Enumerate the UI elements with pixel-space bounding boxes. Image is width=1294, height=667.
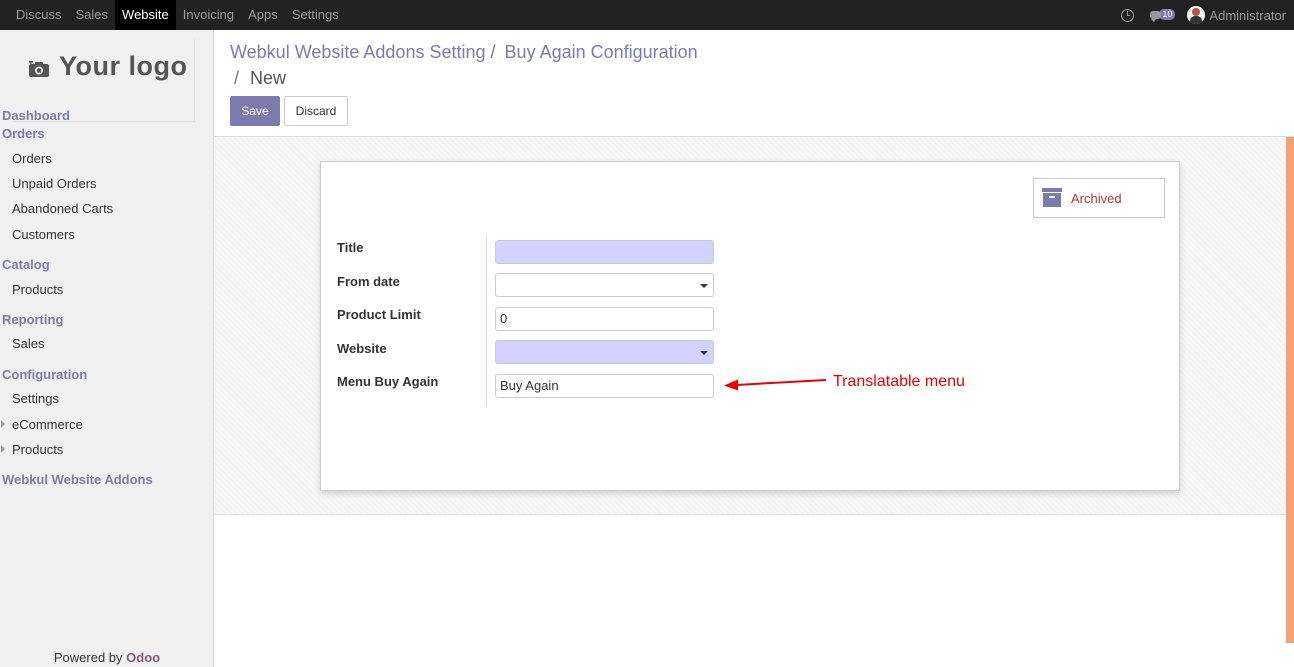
product-limit-label: Product Limit (337, 307, 421, 322)
sidebar-head-reporting[interactable]: Reporting (2, 312, 63, 327)
title-input[interactable] (495, 240, 714, 264)
form-sheet: Archived Title From date Product Limit 0… (320, 161, 1180, 491)
chat-bubble-icon (1150, 11, 1162, 22)
breadcrumb-item-addons-setting[interactable]: Webkul Website Addons Setting (230, 42, 486, 62)
expand-caret-icon[interactable] (1, 420, 5, 428)
sidebar-item-unpaid-orders[interactable]: Unpaid Orders (12, 176, 97, 191)
user-avatar[interactable] (1187, 6, 1206, 24)
scrollbar-track[interactable] (1286, 137, 1294, 643)
annotation-text: Translatable menu (833, 373, 965, 390)
dropdown-caret-icon (700, 351, 708, 355)
messaging-button[interactable]: 10 (1150, 8, 1176, 22)
menu-buy-again-input[interactable]: Buy Again (495, 374, 714, 398)
expand-caret-icon[interactable] (1, 445, 5, 453)
menu-settings[interactable]: Settings (285, 0, 346, 30)
odoo-link[interactable]: Odoo (126, 650, 160, 665)
breadcrumb-current: / New (234, 68, 286, 89)
top-navbar: Discuss Sales Website Invoicing Apps Set… (0, 0, 1294, 30)
save-button[interactable]: Save (230, 96, 280, 126)
label-divider (486, 236, 487, 406)
sidebar-item-products[interactable]: Products (12, 282, 63, 297)
sidebar-item-ecommerce[interactable]: eCommerce (12, 417, 83, 432)
app-menu: Discuss Sales Website Invoicing Apps Set… (9, 0, 346, 30)
sidebar-head-configuration[interactable]: Configuration (2, 367, 87, 382)
menu-sales[interactable]: Sales (69, 0, 116, 30)
notification-badge: 10 (1159, 8, 1176, 20)
sidebar-item-sales[interactable]: Sales (12, 336, 45, 351)
sidebar-item-abandoned-carts[interactable]: Abandoned Carts (12, 201, 113, 216)
sidebar-item-orders[interactable]: Orders (12, 151, 52, 166)
website-select[interactable] (495, 340, 714, 364)
title-label: Title (337, 240, 364, 255)
logo-text: Your logo (59, 51, 188, 81)
website-label: Website (337, 341, 387, 356)
from-date-select[interactable] (495, 273, 714, 297)
breadcrumb-separator: / (234, 68, 240, 88)
sidebar-dashboard[interactable]: Dashboard (2, 108, 70, 123)
menu-website[interactable]: Website (115, 0, 176, 30)
sidebar-item-config-products[interactable]: Products (12, 442, 63, 457)
menu-buy-again-label: Menu Buy Again (337, 374, 439, 389)
annotation-arrow-icon (724, 379, 827, 391)
sidebar-head-webkul[interactable]: Webkul Website Addons (2, 472, 153, 487)
breadcrumb-separator: / (490, 42, 496, 62)
sidebar-item-settings[interactable]: Settings (12, 391, 59, 406)
discard-button[interactable]: Discard (284, 96, 348, 126)
breadcrumb-item-buy-again[interactable]: Buy Again Configuration (505, 42, 698, 62)
sidebar-item-customers[interactable]: Customers (12, 227, 75, 242)
breadcrumb-current-label: New (250, 68, 287, 88)
breadcrumb: Webkul Website Addons Setting / Buy Agai… (230, 42, 698, 62)
menu-discuss[interactable]: Discuss (9, 0, 69, 30)
archive-icon (1042, 188, 1062, 208)
powered-by-label: Powered by (53, 650, 123, 665)
sidebar: Your logo Dashboard Orders Orders Unpaid… (0, 30, 214, 667)
dropdown-caret-icon (700, 284, 708, 288)
activity-clock-icon[interactable] (1121, 8, 1135, 22)
from-date-label: From date (337, 274, 400, 289)
systray: 10 Administrator (1121, 0, 1286, 30)
menu-apps[interactable]: Apps (241, 0, 285, 30)
sidebar-head-catalog[interactable]: Catalog (2, 257, 50, 272)
archived-toggle-button[interactable]: Archived (1033, 178, 1165, 218)
product-limit-input[interactable]: 0 (495, 307, 714, 331)
powered-by: Powered by Odoo (0, 650, 214, 665)
archived-label: Archived (1071, 191, 1122, 206)
camera-icon (29, 61, 49, 77)
menu-invoicing[interactable]: Invoicing (176, 0, 241, 30)
user-menu[interactable]: Administrator (1209, 8, 1286, 23)
sidebar-head-orders[interactable]: Orders (2, 126, 45, 141)
